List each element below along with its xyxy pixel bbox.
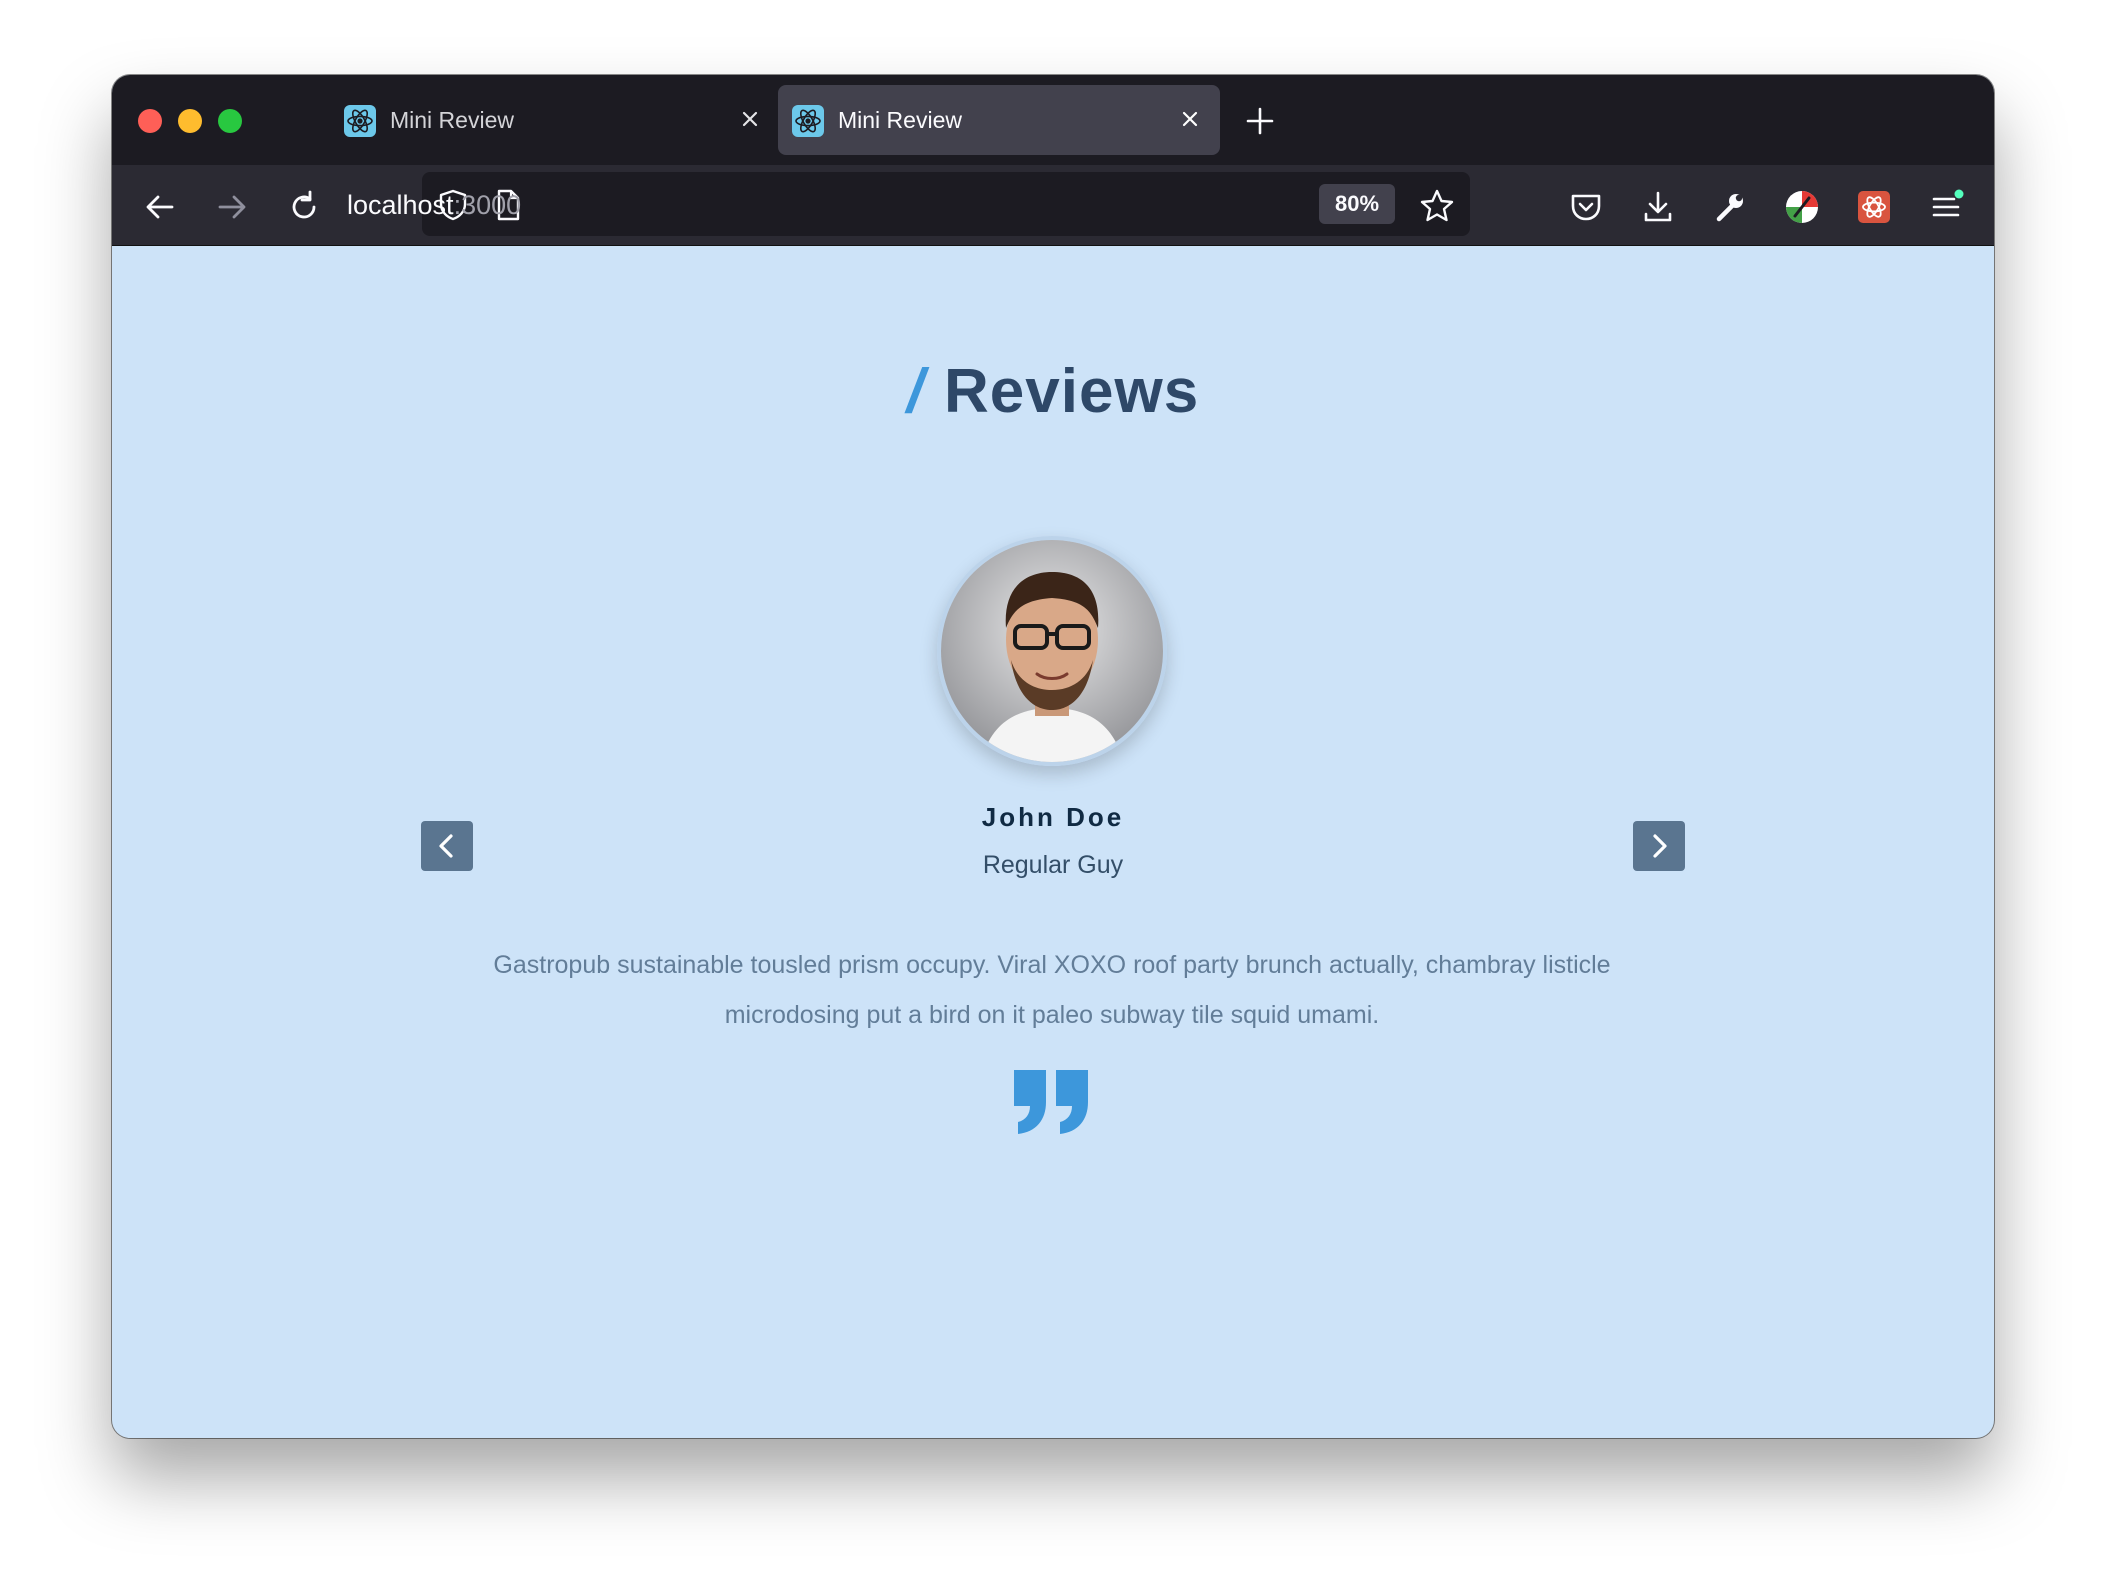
- url-port: :3000: [453, 190, 522, 220]
- url-host: localhost: [347, 190, 454, 220]
- react-icon: [344, 105, 376, 137]
- tab-mini-review-1[interactable]: Mini Review: [330, 85, 780, 155]
- title-text: Reviews: [944, 357, 1200, 426]
- back-arrow-icon[interactable]: [140, 187, 180, 227]
- url-text[interactable]: localhost:3000: [347, 190, 521, 221]
- react-icon: [792, 105, 824, 137]
- maximize-window-button[interactable]: [218, 109, 242, 133]
- forward-arrow-icon[interactable]: [212, 187, 252, 227]
- close-window-button[interactable]: [138, 109, 162, 133]
- tab-mini-review-2[interactable]: Mini Review: [778, 85, 1220, 155]
- menu-icon[interactable]: [1926, 187, 1966, 227]
- tab-bar: Mini Review Mini Review: [112, 75, 1994, 165]
- tab-title: Mini Review: [390, 107, 514, 133]
- new-tab-plus-icon[interactable]: [1242, 103, 1278, 139]
- page-title: / Reviews: [112, 356, 1994, 427]
- title-slash: /: [906, 357, 925, 426]
- minimize-window-button[interactable]: [178, 109, 202, 133]
- extension-color-icon[interactable]: [1782, 187, 1822, 227]
- close-icon[interactable]: [734, 103, 766, 135]
- bookmark-star-icon[interactable]: [1418, 187, 1458, 227]
- download-icon[interactable]: [1638, 187, 1678, 227]
- browser-window: Mini Review Mini Review localhost:3000 8…: [112, 75, 1994, 1438]
- tab-title: Mini Review: [838, 107, 962, 133]
- reload-icon[interactable]: [284, 187, 324, 227]
- wrench-icon[interactable]: [1710, 187, 1750, 227]
- page-content: / Reviews John Doe Regular Guy Gastropub…: [112, 246, 1994, 1438]
- reviewer-name: John Doe: [981, 802, 1125, 832]
- url-bar[interactable]: [422, 172, 1470, 236]
- react-devtools-icon[interactable]: [1854, 187, 1894, 227]
- quote-icon: [1012, 1066, 1092, 1136]
- avatar: [937, 536, 1167, 766]
- zoom-level-badge[interactable]: 80%: [1319, 184, 1395, 224]
- reviewer-job: Regular Guy: [982, 851, 1124, 879]
- close-icon[interactable]: [1174, 103, 1206, 135]
- review-text: Gastropub sustainable tousled prism occu…: [493, 951, 1611, 1029]
- pocket-icon[interactable]: [1566, 187, 1606, 227]
